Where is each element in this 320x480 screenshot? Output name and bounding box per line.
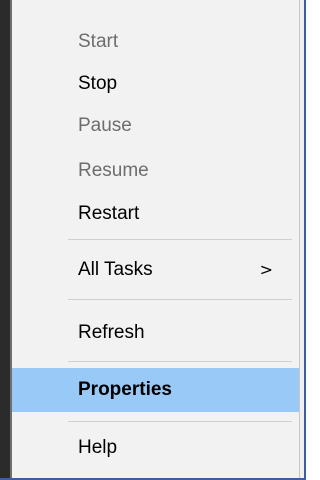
menu-item-label: Resume <box>78 160 149 181</box>
screenshot-frame: Start Stop Pause Resume Restart All Task… <box>0 0 306 480</box>
context-menu: Start Stop Pause Resume Restart All Task… <box>12 0 300 480</box>
menu-item-label: Restart <box>78 203 140 224</box>
menu-separator <box>68 421 292 422</box>
menu-item-label: Properties <box>78 379 172 400</box>
menu-separator <box>68 299 292 300</box>
menu-item-stop[interactable]: Stop <box>12 64 299 104</box>
menu-item-pause: Pause <box>12 106 299 146</box>
menu-item-restart[interactable]: Restart <box>12 194 299 234</box>
menu-item-label: Start <box>78 31 119 52</box>
menu-separator <box>68 361 292 362</box>
menu-separator <box>68 239 292 240</box>
menu-item-label: Refresh <box>78 322 145 343</box>
menu-item-properties[interactable]: Properties <box>12 368 299 412</box>
menu-item-start: Start <box>12 22 299 62</box>
window-edge-right <box>304 0 306 480</box>
menu-item-label: Help <box>78 437 118 458</box>
menu-item-all-tasks[interactable]: All Tasks > <box>12 250 299 290</box>
menu-item-refresh[interactable]: Refresh <box>12 313 299 353</box>
chevron-right-icon: > <box>259 260 273 279</box>
menu-item-help[interactable]: Help <box>12 428 299 468</box>
window-edge-left <box>0 0 10 480</box>
menu-item-label: Stop <box>78 73 118 94</box>
menu-item-resume: Resume <box>12 151 299 191</box>
menu-item-label: All Tasks <box>78 259 153 280</box>
menu-item-label: Pause <box>78 115 132 136</box>
